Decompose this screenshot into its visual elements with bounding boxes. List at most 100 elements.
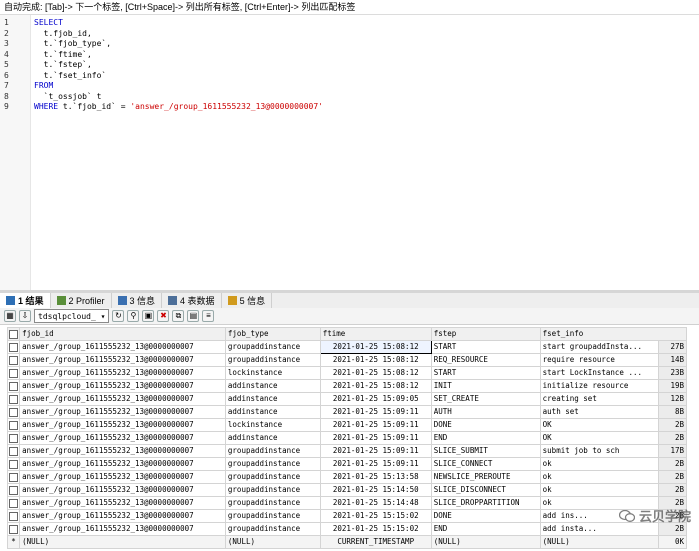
select-all-checkbox[interactable] bbox=[6, 327, 21, 341]
cell-fstep[interactable]: DONE bbox=[430, 418, 541, 432]
table-row[interactable]: answer_/group_1611555232_13@0000000007 lo… bbox=[6, 366, 688, 380]
table-row[interactable]: answer_/group_1611555232_13@0000000007 ad… bbox=[6, 405, 688, 419]
cell-size-badge[interactable]: 2B bbox=[657, 470, 688, 484]
cell-ftime[interactable]: 2021-01-25 15:09:11 bbox=[319, 418, 432, 432]
cell-fstep[interactable]: SLICE_DROPPARTITION bbox=[430, 496, 541, 510]
cell-fjob_type[interactable]: groupaddinstance bbox=[224, 353, 321, 367]
cell-fstep[interactable]: AUTH bbox=[430, 405, 541, 419]
cell-fset_info[interactable]: initialize resource bbox=[539, 379, 659, 393]
cell-ftime[interactable]: 2021-01-25 15:15:02 bbox=[319, 509, 432, 523]
row-checkbox[interactable] bbox=[6, 496, 21, 510]
column-header-ftime[interactable]: ftime bbox=[319, 327, 432, 341]
cell-ftime[interactable]: 2021-01-25 15:14:48 bbox=[319, 496, 432, 510]
cell-ftime[interactable]: 2021-01-25 15:09:11 bbox=[319, 405, 432, 419]
cell-fstep[interactable]: SLICE_SUBMIT bbox=[430, 444, 541, 458]
cell-null[interactable]: (NULL) bbox=[430, 535, 541, 549]
column-header-fjob_id[interactable]: fjob_id bbox=[19, 327, 226, 341]
table-row[interactable]: answer_/group_1611555232_13@0000000007 gr… bbox=[6, 353, 688, 367]
cell-fjob_id[interactable]: answer_/group_1611555232_13@0000000007 bbox=[19, 340, 226, 354]
cell-fset_info[interactable]: ok bbox=[539, 483, 659, 497]
cell-fjob_type[interactable]: groupaddinstance bbox=[224, 509, 321, 523]
cell-fjob_type[interactable]: groupaddinstance bbox=[224, 340, 321, 354]
row-checkbox[interactable] bbox=[6, 509, 21, 523]
table-row[interactable]: answer_/group_1611555232_13@0000000007 gr… bbox=[6, 444, 688, 458]
cell-fjob_id[interactable]: answer_/group_1611555232_13@0000000007 bbox=[19, 366, 226, 380]
row-checkbox[interactable] bbox=[6, 405, 21, 419]
cell-ftime[interactable]: 2021-01-25 15:14:50 bbox=[319, 483, 432, 497]
cell-fstep[interactable]: SLICE_DISCONNECT bbox=[430, 483, 541, 497]
table-row[interactable]: answer_/group_1611555232_13@0000000007 gr… bbox=[6, 522, 688, 536]
cell-fstep[interactable]: NEWSLICE_PREROUTE bbox=[430, 470, 541, 484]
cell-ftime[interactable]: 2021-01-25 15:09:05 bbox=[319, 392, 432, 406]
column-header-fjob_type[interactable]: fjob_type bbox=[224, 327, 321, 341]
table-row[interactable]: answer_/group_1611555232_13@0000000007 ad… bbox=[6, 392, 688, 406]
cell-size-badge[interactable]: 27B bbox=[657, 340, 688, 354]
table-row[interactable]: answer_/group_1611555232_13@0000000007 lo… bbox=[6, 418, 688, 432]
cell-fstep[interactable]: SET_CREATE bbox=[430, 392, 541, 406]
cell-fset_info[interactable]: start LockInstance ... bbox=[539, 366, 659, 380]
cell-size-badge[interactable]: 8B bbox=[657, 405, 688, 419]
row-checkbox[interactable] bbox=[6, 457, 21, 471]
tab-3[interactable]: 3 信息 bbox=[112, 293, 163, 308]
row-checkbox[interactable] bbox=[6, 366, 21, 380]
cell-fstep[interactable]: INIT bbox=[430, 379, 541, 393]
cell-fjob_id[interactable]: answer_/group_1611555232_13@0000000007 bbox=[19, 418, 226, 432]
cell-fset_info[interactable]: ok bbox=[539, 470, 659, 484]
form-view-icon[interactable]: ▤ bbox=[187, 310, 200, 322]
row-checkbox[interactable] bbox=[6, 392, 21, 406]
cell-size-badge[interactable]: 17B bbox=[657, 444, 688, 458]
cell-fset_info[interactable]: creating set bbox=[539, 392, 659, 406]
refresh-icon[interactable]: ↻ bbox=[112, 310, 125, 322]
cell-fjob_type[interactable]: groupaddinstance bbox=[224, 483, 321, 497]
cell-fjob_type[interactable]: addinstance bbox=[224, 405, 321, 419]
row-checkbox[interactable] bbox=[6, 418, 21, 432]
table-row[interactable]: answer_/group_1611555232_13@0000000007 gr… bbox=[6, 470, 688, 484]
cell-fjob_id[interactable]: answer_/group_1611555232_13@0000000007 bbox=[19, 457, 226, 471]
cell-null[interactable]: (NULL) bbox=[224, 535, 321, 549]
copy-icon[interactable]: ⧉ bbox=[172, 310, 185, 322]
cell-fstep[interactable]: START bbox=[430, 366, 541, 380]
cell-ftime[interactable]: 2021-01-25 15:08:12 bbox=[319, 366, 432, 380]
cell-fjob_id[interactable]: answer_/group_1611555232_13@0000000007 bbox=[19, 353, 226, 367]
cell-fjob_id[interactable]: answer_/group_1611555232_13@0000000007 bbox=[19, 483, 226, 497]
cell-fstep[interactable]: START bbox=[430, 340, 541, 354]
cell-fjob_type[interactable]: addinstance bbox=[224, 392, 321, 406]
cell-fjob_id[interactable]: answer_/group_1611555232_13@0000000007 bbox=[19, 392, 226, 406]
cell-fjob_type[interactable]: groupaddinstance bbox=[224, 444, 321, 458]
table-row[interactable]: answer_/group_1611555232_13@0000000007 gr… bbox=[6, 483, 688, 497]
table-row[interactable]: answer_/group_1611555232_13@0000000007 ad… bbox=[6, 379, 688, 393]
cell-fjob_type[interactable]: groupaddinstance bbox=[224, 470, 321, 484]
cell-fjob_type[interactable]: groupaddinstance bbox=[224, 457, 321, 471]
tab-4[interactable]: 4 表数据 bbox=[162, 293, 222, 308]
cell-size-badge[interactable]: 2B bbox=[657, 457, 688, 471]
cell-fjob_id[interactable]: answer_/group_1611555232_13@0000000007 bbox=[19, 522, 226, 536]
row-checkbox[interactable] bbox=[6, 522, 21, 536]
cell-fset_info[interactable]: ok bbox=[539, 457, 659, 471]
text-view-icon[interactable]: ≡ bbox=[202, 310, 215, 322]
cell-size-badge[interactable]: 14B bbox=[657, 353, 688, 367]
cell-fjob_type[interactable]: lockinstance bbox=[224, 418, 321, 432]
cell-fset_info[interactable]: OK bbox=[539, 431, 659, 445]
row-checkbox[interactable] bbox=[6, 379, 21, 393]
tab-1[interactable]: 1 结果 bbox=[0, 293, 51, 308]
cell-fset_info[interactable]: start groupaddInsta... bbox=[539, 340, 659, 354]
cell-ftime[interactable]: 2021-01-25 15:15:02 bbox=[319, 522, 432, 536]
cell-fjob_type[interactable]: groupaddinstance bbox=[224, 496, 321, 510]
table-row[interactable]: answer_/group_1611555232_13@0000000007 gr… bbox=[6, 496, 688, 510]
cell-fjob_id[interactable]: answer_/group_1611555232_13@0000000007 bbox=[19, 509, 226, 523]
row-checkbox[interactable] bbox=[6, 470, 21, 484]
save-icon[interactable]: ▣ bbox=[142, 310, 155, 322]
cell-fjob_type[interactable]: lockinstance bbox=[224, 366, 321, 380]
cell-ftime[interactable]: 2021-01-25 15:08:12 bbox=[319, 379, 432, 393]
cell-fjob_type[interactable]: addinstance bbox=[224, 431, 321, 445]
sql-editor[interactable]: 1 SELECT 2 t.fjob_id, 3 t.`fjob_type`, 4 t.`… bbox=[0, 15, 699, 290]
cell-fjob_id[interactable]: answer_/group_1611555232_13@0000000007 bbox=[19, 405, 226, 419]
cell-fstep[interactable]: SLICE_CONNECT bbox=[430, 457, 541, 471]
filter-icon[interactable]: ⚲ bbox=[127, 310, 140, 322]
export-icon[interactable]: ⇩ bbox=[19, 310, 31, 322]
cell-fstep[interactable]: END bbox=[430, 431, 541, 445]
table-row[interactable]: answer_/group_1611555232_13@0000000007 gr… bbox=[6, 509, 688, 523]
tab-2[interactable]: 2 Profiler bbox=[51, 293, 112, 308]
cell-size-badge[interactable]: 2B bbox=[657, 418, 688, 432]
cell-null[interactable]: (NULL) bbox=[19, 535, 226, 549]
